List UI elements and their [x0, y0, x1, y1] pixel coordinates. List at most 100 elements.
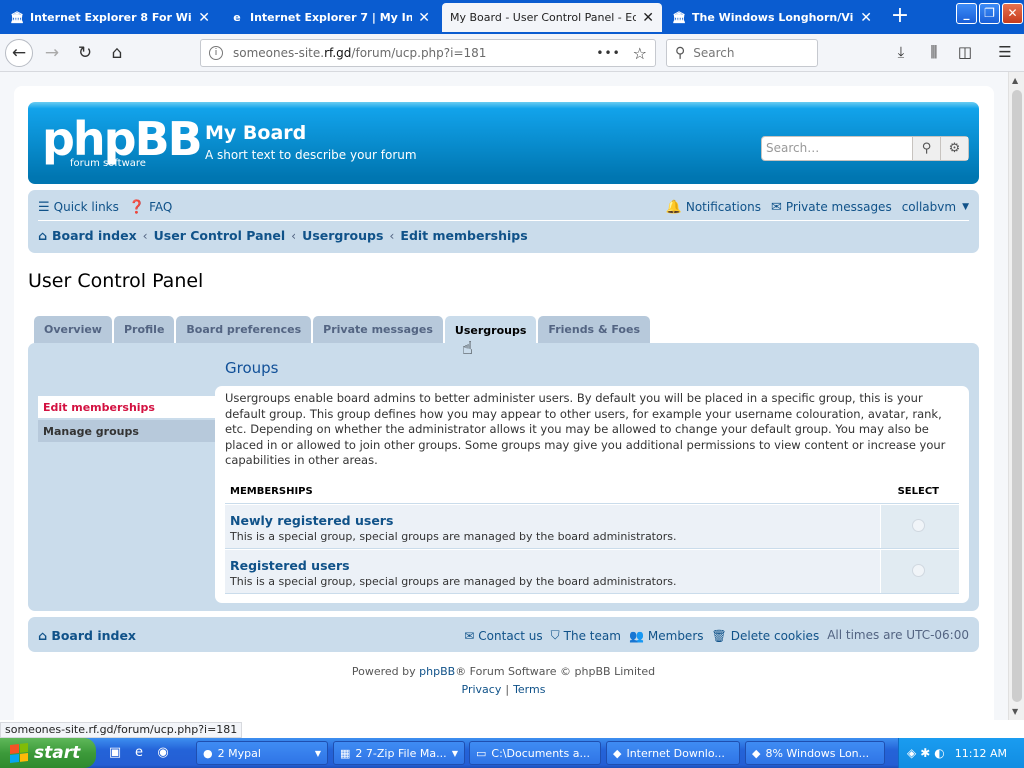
new-tab-button[interactable]: +: [888, 4, 912, 28]
forward-button[interactable]: →: [38, 39, 66, 67]
group-select-radio[interactable]: [912, 564, 925, 577]
taskbar-button-windows-longhorn[interactable]: ◆ 8% Windows Lon...: [745, 741, 885, 765]
breadcrumb-usergroups[interactable]: Usergroups: [302, 228, 383, 243]
notifications-link[interactable]: 🔔 Notifications: [666, 200, 761, 215]
site-name[interactable]: My Board: [205, 122, 306, 144]
taskbar-button-internet-download[interactable]: ◆ Internet Downlo...: [606, 741, 740, 765]
page-actions-icon[interactable]: •••: [596, 46, 620, 60]
tab-friends-foes[interactable]: Friends & Foes: [538, 316, 650, 343]
scrollbar-thumb[interactable]: [1012, 90, 1022, 702]
phpbb-logo[interactable]: phpBB forum software: [42, 116, 203, 169]
vertical-scrollbar[interactable]: ▲ ▼: [1008, 72, 1024, 720]
hamburger-icon: ☰: [38, 199, 50, 215]
taskbar-button-7zip[interactable]: ▦ 2 7-Zip File Ma... ▼: [333, 741, 465, 765]
tab-usergroups[interactable]: Usergroups: [444, 316, 537, 344]
breadcrumb-ucp[interactable]: User Control Panel: [154, 228, 286, 243]
close-icon[interactable]: ✕: [418, 10, 430, 26]
download-icon[interactable]: ⤓: [891, 43, 911, 63]
user-menu[interactable]: collabvm ▼: [902, 200, 969, 214]
board-search-input[interactable]: Search…: [762, 137, 912, 160]
group-description: This is a special group, special groups …: [230, 530, 677, 543]
home-icon: ⌂: [38, 228, 47, 243]
browser-tab[interactable]: 🏛 The Windows Longhorn/Vista Arc ✕: [664, 3, 880, 32]
library-icon[interactable]: ⫼: [924, 43, 944, 63]
browser-tab-title: Internet Explorer 8 For Windows: [30, 11, 192, 24]
home-button[interactable]: ⌂: [103, 39, 131, 67]
private-messages-link[interactable]: ✉ Private messages: [771, 200, 892, 215]
tab-overview[interactable]: Overview: [34, 316, 112, 343]
question-icon: ❓: [128, 199, 146, 215]
menu-item-manage-groups[interactable]: Manage groups: [38, 420, 216, 442]
terms-link[interactable]: Terms: [513, 683, 545, 696]
memberships-header: MEMBERSHIPS SELECT: [225, 486, 959, 504]
caret-down-icon: ▼: [451, 748, 458, 758]
menu-item-edit-memberships[interactable]: Edit memberships: [38, 396, 216, 418]
search-button[interactable]: ⚲: [912, 137, 940, 160]
tab-profile[interactable]: Profile: [113, 316, 175, 343]
search-icon: ⚲: [675, 45, 686, 61]
close-icon[interactable]: ✕: [198, 10, 210, 26]
group-name-link[interactable]: Newly registered users: [230, 513, 393, 528]
show-desktop-icon[interactable]: ▣: [106, 744, 124, 762]
browser-search-box[interactable]: ⚲ Search: [666, 39, 818, 67]
info-icon[interactable]: i: [209, 46, 223, 60]
scroll-up-icon[interactable]: ▲: [1012, 76, 1018, 85]
privacy-link[interactable]: Privacy: [462, 683, 502, 696]
advanced-search-button[interactable]: ⚙: [940, 137, 968, 160]
breadcrumb-edit-memberships[interactable]: Edit memberships: [400, 228, 527, 243]
taskbar-button-mypal[interactable]: ● 2 Mypal ▼: [196, 741, 328, 765]
the-team-link[interactable]: ⛉ The team: [551, 628, 621, 643]
tab-private-messages[interactable]: Private messages: [313, 316, 443, 343]
media-player-icon[interactable]: ◉: [154, 744, 172, 762]
tray-app-icon[interactable]: ✱: [920, 746, 930, 760]
home-icon: ⌂: [38, 628, 52, 643]
close-icon[interactable]: ✕: [860, 10, 872, 26]
scroll-down-icon[interactable]: ▼: [1012, 707, 1018, 716]
select-cell: [880, 505, 959, 548]
browser-tab[interactable]: e Internet Explorer 7 | My Internet ✕: [222, 3, 438, 32]
volume-icon[interactable]: ◐: [934, 746, 944, 760]
taskbar-button-documents[interactable]: ▭ C:\Documents a...: [469, 741, 601, 765]
page-title: User Control Panel: [28, 270, 204, 292]
contact-us-link[interactable]: ✉ Contact us: [464, 628, 542, 643]
group-select-radio[interactable]: [912, 519, 925, 532]
delete-cookies-label: Delete cookies: [730, 628, 820, 643]
faq-link[interactable]: ❓ FAQ: [129, 200, 172, 215]
ie-icon[interactable]: e: [130, 744, 148, 762]
delete-cookies-link[interactable]: 🗑 Delete cookies: [712, 628, 820, 643]
close-icon[interactable]: ✕: [642, 10, 654, 26]
browser-tab-title: The Windows Longhorn/Vista Arc: [692, 11, 854, 24]
bookmark-star-icon[interactable]: ☆: [633, 44, 647, 63]
back-button[interactable]: ←: [5, 39, 33, 67]
archive-icon: 🏛: [10, 11, 24, 24]
network-icon[interactable]: ◈: [907, 746, 916, 760]
taskbar-button-label: Internet Downlo...: [626, 746, 725, 760]
inbox-icon: ✉: [770, 199, 782, 215]
browser-search-placeholder: Search: [693, 46, 735, 60]
tab-board-preferences[interactable]: Board preferences: [176, 316, 312, 343]
hand-cursor-icon: ☝: [462, 338, 473, 359]
address-bar[interactable]: i someones-site.rf.gd/forum/ucp.php?i=18…: [200, 39, 656, 67]
browser-tab[interactable]: 🏛 Internet Explorer 8 For Windows ✕: [2, 3, 218, 32]
window-close-button[interactable]: ✕: [1002, 3, 1023, 24]
contact-us-label: Contact us: [478, 628, 543, 643]
groups-intro-text: Usergroups enable board admins to better…: [225, 391, 946, 467]
browser-nav-bar: ← → ↻ ⌂ i someones-site.rf.gd/forum/ucp.…: [0, 34, 1024, 72]
menu-icon[interactable]: ☰: [995, 43, 1015, 63]
folder-icon: ▭: [476, 746, 487, 760]
quick-links-menu[interactable]: ☰ Quick links: [38, 200, 119, 215]
footer-board-index[interactable]: ⌂ Board index: [38, 628, 136, 643]
sidebar-icon[interactable]: ◫: [955, 43, 975, 63]
browser-tab-active[interactable]: My Board - User Control Panel - Edit m ✕: [442, 3, 662, 32]
minimize-button[interactable]: _: [956, 3, 977, 24]
members-link[interactable]: 👥 Members: [629, 628, 704, 643]
restore-button[interactable]: ❐: [979, 3, 1000, 24]
notifications-label: Notifications: [685, 200, 761, 214]
breadcrumb-board-index[interactable]: Board index: [52, 228, 137, 243]
reload-button[interactable]: ↻: [71, 39, 99, 67]
phpbb-link[interactable]: phpBB: [419, 665, 455, 678]
start-button[interactable]: start: [0, 738, 96, 768]
group-name-link[interactable]: Registered users: [230, 558, 350, 573]
members-label: Members: [647, 628, 704, 643]
url-text[interactable]: someones-site.rf.gd/forum/ucp.php?i=181: [233, 46, 596, 60]
